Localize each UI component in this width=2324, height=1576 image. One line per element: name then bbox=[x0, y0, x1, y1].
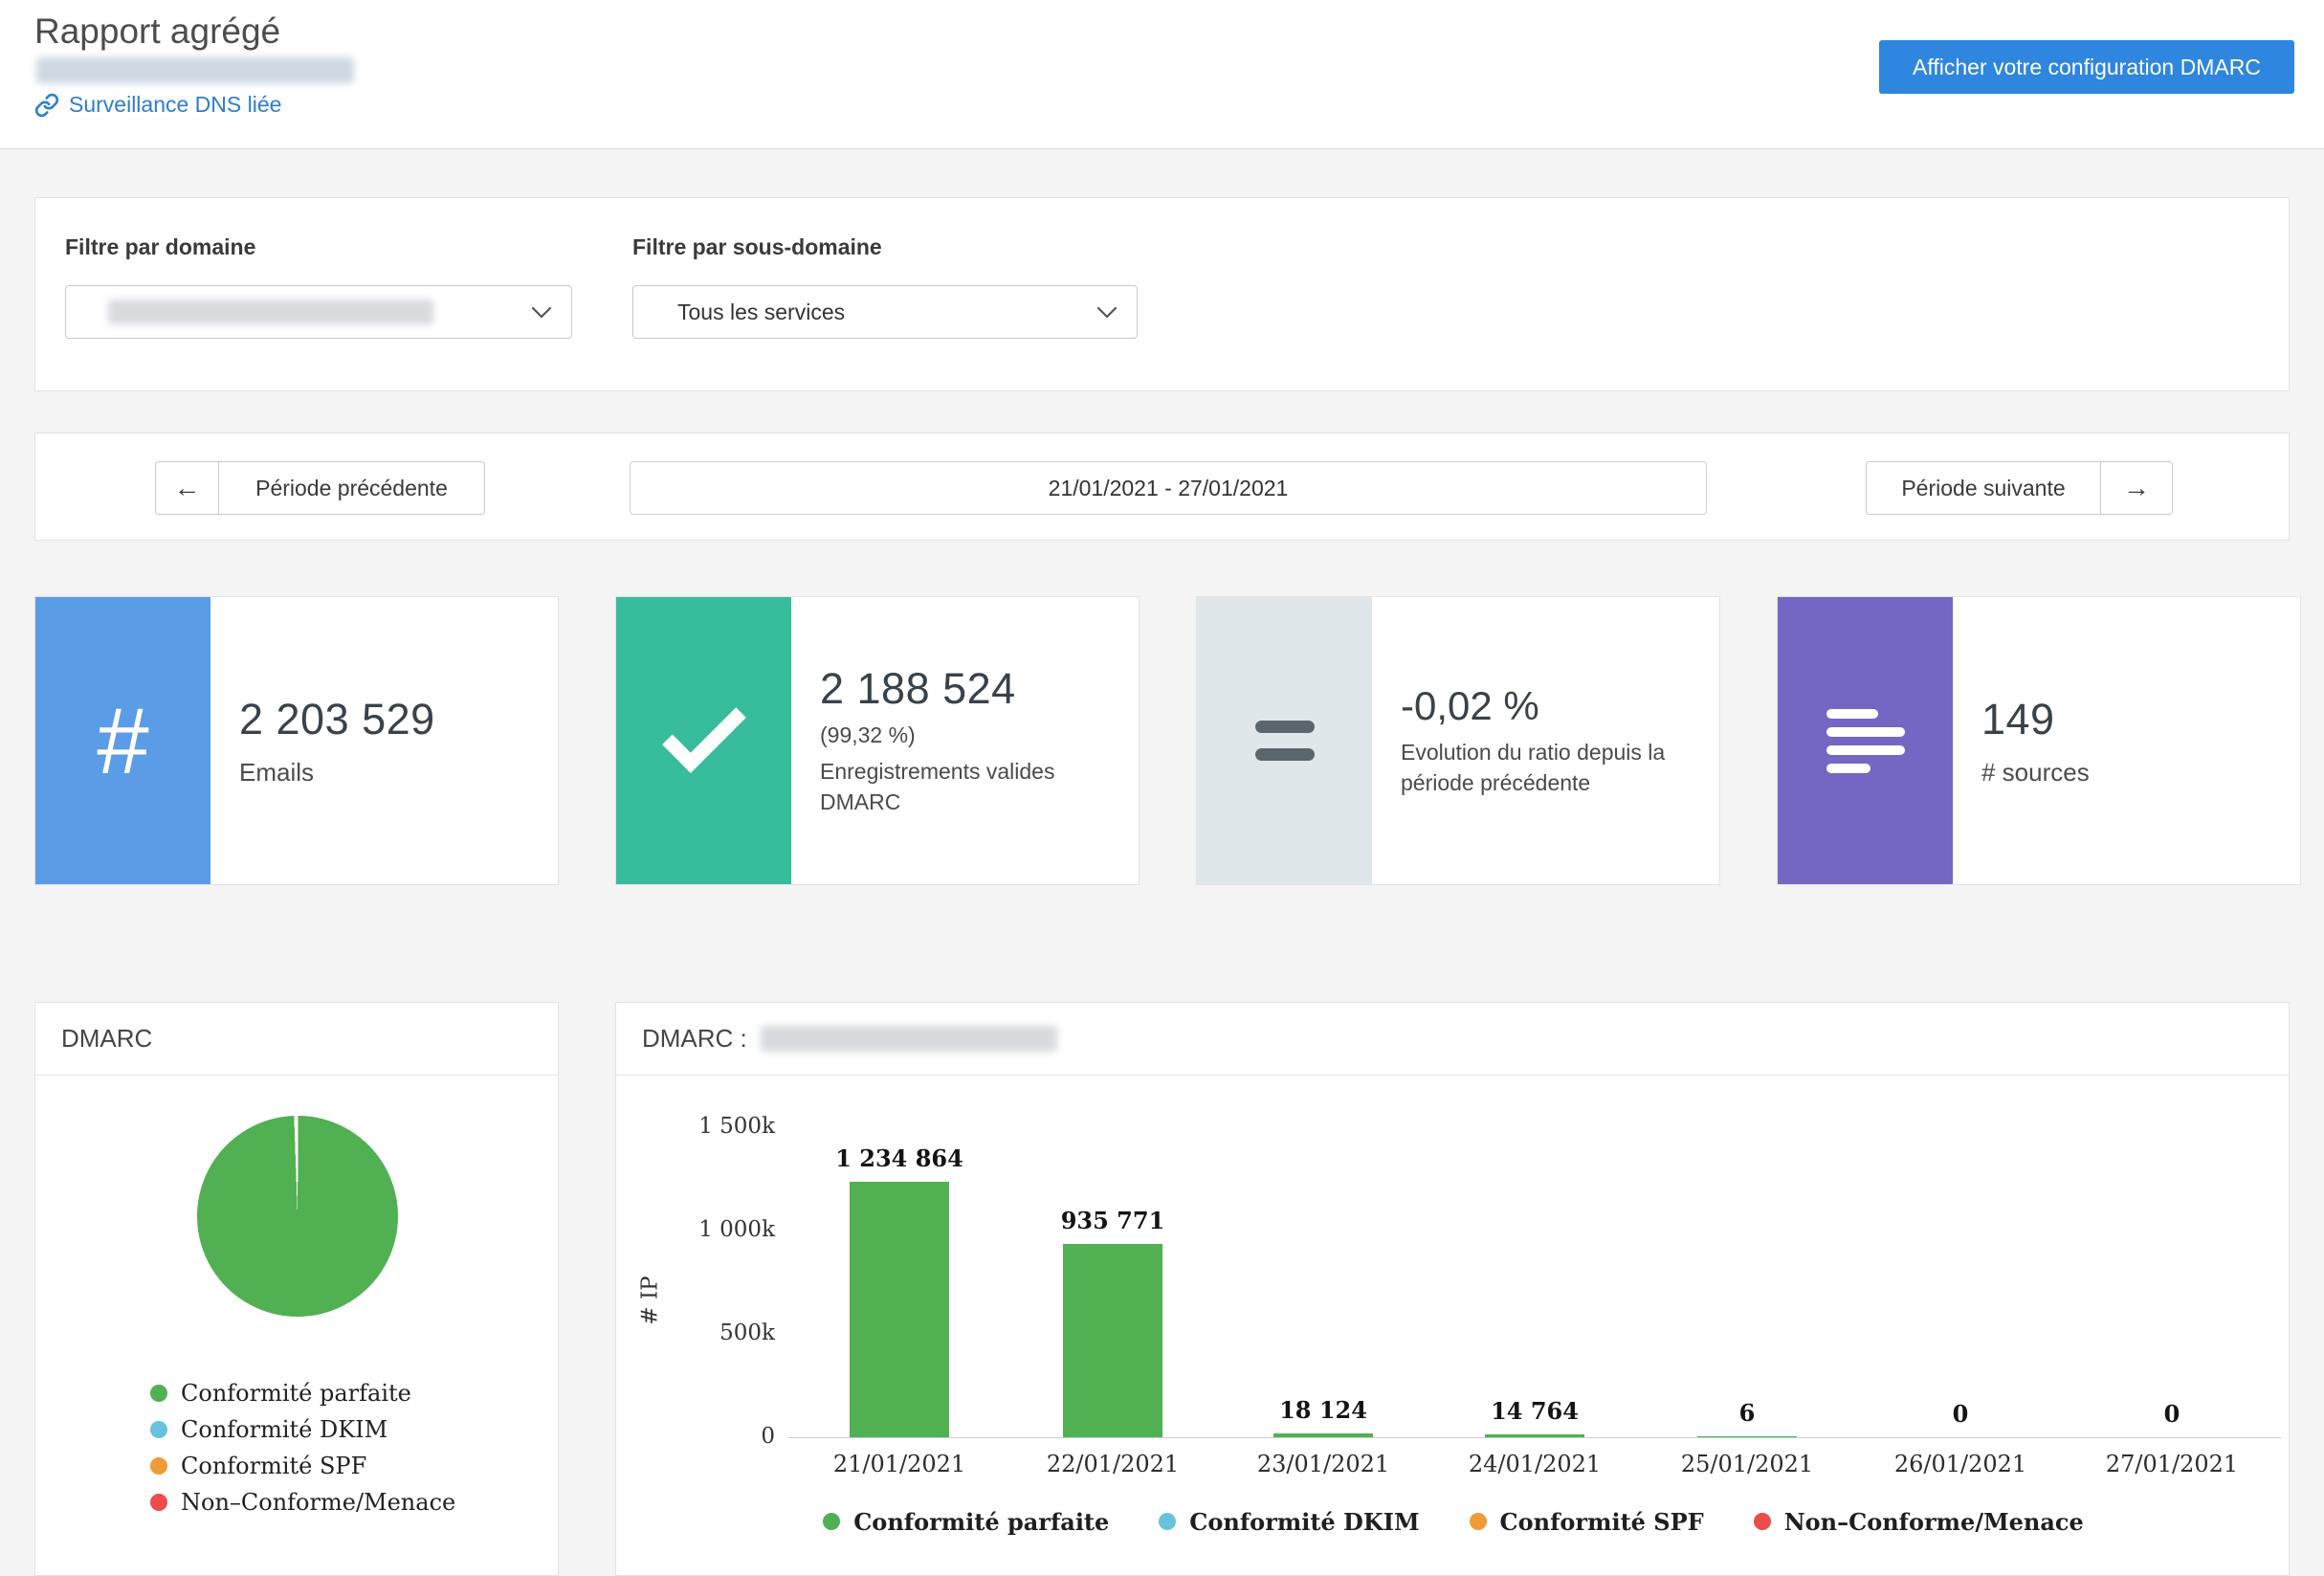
legend-label: Conformité parfaite bbox=[181, 1380, 411, 1407]
bar-value-label: 6 bbox=[1739, 1399, 1756, 1427]
legend-dot bbox=[150, 1385, 167, 1402]
sources-count: 149 bbox=[1981, 695, 2281, 744]
subdomain-filter-select[interactable]: Tous les services bbox=[632, 285, 1138, 339]
legend-item[interactable]: Conformité SPF bbox=[1470, 1510, 1704, 1533]
legend-label: Conformité DKIM bbox=[1189, 1508, 1419, 1536]
check-icon bbox=[616, 597, 791, 884]
show-dmarc-config-button[interactable]: Afficher votre configuration DMARC bbox=[1879, 40, 2294, 94]
legend-label: Non–Conforme/Menace bbox=[1784, 1508, 2084, 1536]
dmarc-aggregate-report-page: { "header": { "title": "Rapport agrégé",… bbox=[0, 0, 2324, 1559]
link-icon bbox=[34, 93, 59, 118]
bar-plot: 1 234 86421/01/2021935 77122/01/202118 1… bbox=[788, 1003, 2281, 1437]
emails-count: 2 203 529 bbox=[239, 695, 539, 744]
bar-24/01/2021 bbox=[1485, 1434, 1584, 1437]
x-axis-label: 21/01/2021 bbox=[833, 1451, 965, 1477]
legend-label: Conformité DKIM bbox=[181, 1416, 387, 1443]
dmarc-bar-panel: DMARC : # IP 1 500k 1 000k 500k 0 1 234 … bbox=[615, 1002, 2290, 1576]
bar-value-label: 0 bbox=[2164, 1400, 2180, 1428]
legend-item[interactable]: Conformité SPF bbox=[150, 1454, 455, 1477]
legend-item[interactable]: Non–Conforme/Menace bbox=[150, 1491, 455, 1514]
y-tick-label: 500k bbox=[651, 1321, 775, 1345]
y-axis-title: # IP bbox=[638, 1276, 663, 1324]
dmarc-pie-chart bbox=[197, 1116, 398, 1317]
bar-legend: Conformité parfaite Conformité DKIM Conf… bbox=[616, 1510, 2291, 1533]
legend-label: Conformité SPF bbox=[1500, 1508, 1704, 1536]
arrow-left-icon: ← bbox=[174, 473, 201, 503]
equals-icon bbox=[1197, 597, 1372, 884]
date-range-display[interactable]: 21/01/2021 - 27/01/2021 bbox=[630, 461, 1707, 515]
legend-dot bbox=[1159, 1513, 1176, 1530]
emails-label: Emails bbox=[239, 758, 539, 788]
legend-dot bbox=[150, 1421, 167, 1438]
filters-panel: Filtre par domaine Filtre par sous-domai… bbox=[34, 197, 2290, 391]
arrow-right-icon: → bbox=[2123, 473, 2150, 503]
valid-label: Enregistrements valides DMARC bbox=[820, 757, 1119, 817]
next-period-arrow-button[interactable]: → bbox=[2100, 461, 2173, 515]
bar-value-label: 935 771 bbox=[1061, 1207, 1165, 1234]
x-axis-label: 24/01/2021 bbox=[1469, 1451, 1601, 1477]
bar-value-label: 18 124 bbox=[1279, 1396, 1367, 1424]
hash-icon: # bbox=[35, 597, 210, 884]
legend-item[interactable]: Conformité parfaite bbox=[150, 1382, 455, 1405]
bar-value-label: 14 764 bbox=[1491, 1397, 1579, 1425]
app-header: Rapport agrégé Surveillance DNS liée Aff… bbox=[0, 0, 2324, 149]
domain-filter-label: Filtre par domaine bbox=[65, 234, 255, 260]
y-tick-label: 0 bbox=[651, 1424, 775, 1449]
sources-label: # sources bbox=[1981, 758, 2281, 788]
page-title: Rapport agrégé bbox=[34, 11, 280, 52]
legend-item[interactable]: Conformité DKIM bbox=[1159, 1510, 1419, 1533]
stat-card-valid-dmarc: 2 188 524 (99,32 %) Enregistrements vali… bbox=[615, 596, 1140, 885]
x-axis-label: 26/01/2021 bbox=[1894, 1451, 2026, 1477]
legend-dot bbox=[150, 1457, 167, 1475]
bar-25/01/2021 bbox=[1697, 1436, 1797, 1437]
dmarc-pie-panel: DMARC Conformité parfaite Conformité DKI… bbox=[34, 1002, 559, 1576]
legend-dot bbox=[150, 1494, 167, 1511]
legend-label: Conformité SPF bbox=[181, 1453, 366, 1479]
x-axis-label: 25/01/2021 bbox=[1681, 1451, 1813, 1477]
legend-label: Non–Conforme/Menace bbox=[181, 1489, 455, 1516]
legend-item[interactable]: Conformité DKIM bbox=[150, 1418, 455, 1441]
legend-item[interactable]: Conformité parfaite bbox=[823, 1510, 1109, 1533]
next-period-button[interactable]: Période suivante bbox=[1866, 461, 2101, 515]
previous-period-button[interactable]: Période précédente bbox=[218, 461, 485, 515]
ratio-evolution-value: -0,02 % bbox=[1401, 683, 1700, 729]
pie-legend: Conformité parfaite Conformité DKIM Conf… bbox=[150, 1382, 455, 1514]
x-axis-label: 27/01/2021 bbox=[2106, 1451, 2238, 1477]
period-navigation-panel: ← Période précédente 21/01/2021 - 27/01/… bbox=[34, 433, 2290, 541]
redacted-domain-value bbox=[108, 300, 433, 324]
pie-panel-title: DMARC bbox=[61, 1024, 152, 1054]
chevron-down-icon bbox=[531, 306, 552, 320]
subdomain-filter-value: Tous les services bbox=[677, 300, 845, 325]
stat-card-emails: # 2 203 529 Emails bbox=[34, 596, 559, 885]
dns-monitoring-link[interactable]: Surveillance DNS liée bbox=[34, 92, 281, 118]
domain-filter-select[interactable] bbox=[65, 285, 572, 339]
x-axis-label: 23/01/2021 bbox=[1257, 1451, 1389, 1477]
y-tick-label: 1 500k bbox=[651, 1114, 775, 1139]
stat-card-ratio-evolution: -0,02 % Evolution du ratio depuis la pér… bbox=[1196, 596, 1720, 885]
list-lines-icon bbox=[1778, 597, 1953, 884]
bar-22/01/2021 bbox=[1063, 1244, 1162, 1437]
x-axis-line bbox=[788, 1437, 2281, 1438]
bar-value-label: 1 234 864 bbox=[835, 1144, 963, 1172]
bar-panel-title: DMARC : bbox=[642, 1024, 747, 1054]
stat-card-sources: 149 # sources bbox=[1777, 596, 2301, 885]
bar-23/01/2021 bbox=[1273, 1433, 1373, 1437]
valid-count: 2 188 524 bbox=[820, 664, 1119, 714]
legend-dot bbox=[1470, 1513, 1487, 1530]
dns-link-label: Surveillance DNS liée bbox=[69, 92, 281, 118]
redacted-domain-subtitle bbox=[36, 57, 354, 83]
chevron-down-icon bbox=[1096, 306, 1118, 320]
subdomain-filter-label: Filtre par sous-domaine bbox=[632, 234, 882, 260]
ratio-evolution-label: Evolution du ratio depuis la période pré… bbox=[1401, 738, 1700, 798]
x-axis-label: 22/01/2021 bbox=[1047, 1451, 1179, 1477]
legend-item[interactable]: Non–Conforme/Menace bbox=[1754, 1510, 2084, 1533]
valid-percent: (99,32 %) bbox=[820, 722, 1119, 748]
bar-21/01/2021 bbox=[850, 1182, 949, 1437]
y-tick-label: 1 000k bbox=[651, 1217, 775, 1242]
legend-label: Conformité parfaite bbox=[853, 1508, 1109, 1536]
previous-period-arrow-button[interactable]: ← bbox=[155, 461, 219, 515]
legend-dot bbox=[823, 1513, 840, 1530]
legend-dot bbox=[1754, 1513, 1771, 1530]
bar-value-label: 0 bbox=[1953, 1400, 1969, 1428]
